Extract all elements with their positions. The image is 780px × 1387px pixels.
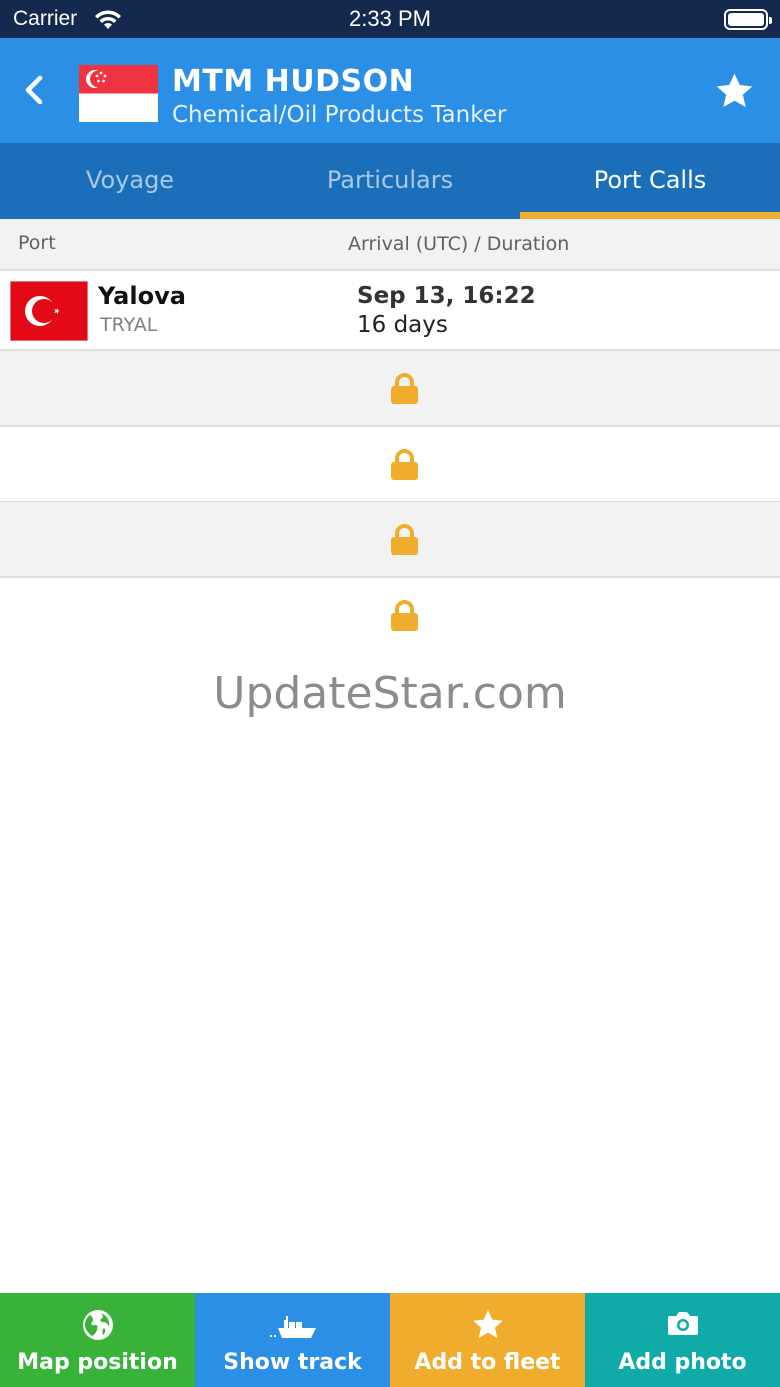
lock-icon [391, 373, 418, 404]
column-port: Port [18, 232, 56, 254]
ship-icon [269, 1316, 316, 1338]
port-code: TRYAL [100, 314, 158, 336]
table-header: Port Arrival (UTC) / Duration [0, 219, 780, 271]
show-track-button[interactable]: Show track [195, 1293, 390, 1387]
map-position-button[interactable]: Map position [0, 1293, 195, 1387]
column-arrival: Arrival (UTC) / Duration [348, 233, 570, 255]
stay-duration: 16 days [357, 312, 448, 338]
add-photo-button[interactable]: Add photo [585, 1293, 780, 1387]
favorite-star-icon[interactable] [713, 71, 756, 112]
back-chevron-icon[interactable] [18, 70, 52, 110]
arrival-time: Sep 13, 16:22 [357, 283, 536, 309]
map-position-label: Map position [17, 1350, 178, 1375]
globe-icon [82, 1310, 113, 1340]
vessel-name: MTM HUDSON [172, 64, 415, 99]
locked-row[interactable] [0, 578, 780, 654]
locked-row[interactable] [0, 351, 780, 427]
lock-icon [391, 449, 418, 480]
status-bar: Carrier 2:33 PM [0, 0, 780, 38]
lock-icon [391, 600, 418, 631]
tab-voyage[interactable]: Voyage [0, 143, 260, 219]
add-to-fleet-label: Add to fleet [414, 1350, 561, 1375]
bottom-action-bar: Map position Show track Add to fleet Add… [0, 1293, 780, 1387]
add-to-fleet-button[interactable]: Add to fleet [390, 1293, 585, 1387]
tab-port-calls[interactable]: Port Calls [520, 143, 780, 219]
tab-particulars[interactable]: Particulars [260, 143, 520, 219]
tab-bar: Voyage Particulars Port Calls [0, 143, 780, 219]
show-track-label: Show track [223, 1350, 362, 1375]
camera-icon [667, 1312, 698, 1335]
lock-icon [391, 524, 418, 555]
locked-row[interactable] [0, 502, 780, 578]
singapore-flag-icon [79, 65, 158, 122]
locked-row[interactable] [0, 427, 780, 503]
add-photo-label: Add photo [618, 1350, 747, 1375]
port-name: Yalova [98, 282, 186, 310]
clock: 2:33 PM [349, 6, 431, 31]
battery-icon [724, 9, 772, 30]
table-row[interactable]: Yalova TRYAL Sep 13, 16:22 16 days [0, 271, 780, 351]
vessel-header: MTM HUDSON Chemical/Oil Products Tanker [0, 38, 780, 143]
vessel-type: Chemical/Oil Products Tanker [172, 102, 507, 128]
watermark: UpdateStar.com [213, 668, 567, 719]
star-icon [472, 1310, 503, 1338]
turkey-flag-icon [10, 281, 88, 341]
